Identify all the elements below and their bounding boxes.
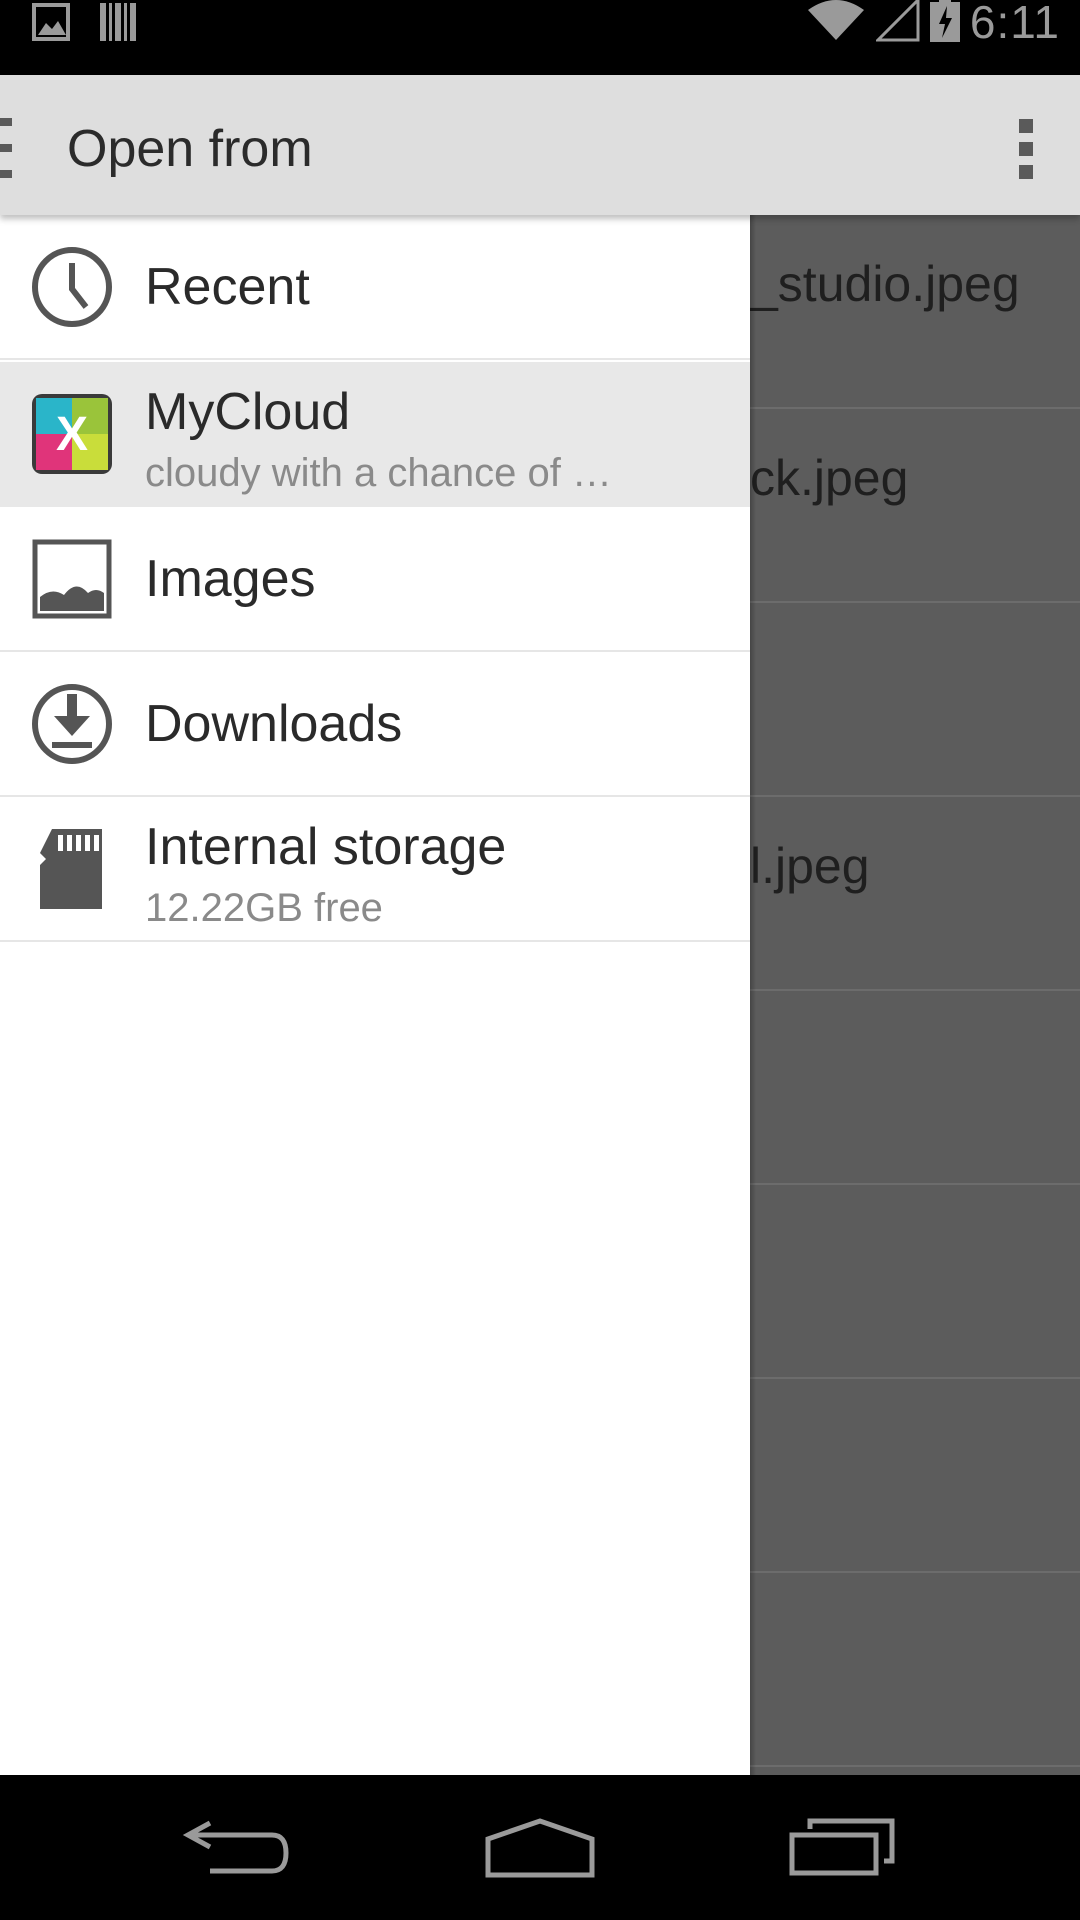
drawer-item-label: Downloads	[145, 695, 403, 753]
navigation-drawer: Recent X MyCloud cloudy with a chance of…	[0, 215, 750, 1775]
drawer-indicator-icon[interactable]	[0, 118, 14, 185]
drawer-item-label: Internal storage	[145, 818, 507, 876]
drawer-item-label: MyCloud	[145, 383, 351, 441]
image-icon	[30, 537, 114, 621]
more-vert-icon[interactable]	[1016, 119, 1036, 179]
signal-icon	[874, 0, 920, 47]
system-nav-bar	[0, 1775, 1080, 1920]
file-name: l.jpeg	[750, 838, 870, 894]
drawer-item-downloads[interactable]: Downloads	[0, 652, 750, 797]
drawer-item-label: Images	[145, 550, 316, 608]
drawer-item-images[interactable]: Images	[0, 507, 750, 652]
wifi-icon	[806, 0, 866, 47]
drawer-item-recent[interactable]: Recent	[0, 215, 750, 360]
back-icon[interactable]	[180, 1813, 300, 1883]
file-name: _studio.jpeg	[750, 256, 1020, 312]
recents-icon[interactable]	[780, 1813, 900, 1883]
page-title: Open from	[67, 120, 313, 178]
svg-text:X: X	[56, 408, 88, 461]
drawer-item-mycloud[interactable]: X MyCloud cloudy with a chance of …	[0, 362, 750, 507]
battery-charging-icon	[929, 0, 960, 47]
drawer-item-sublabel: cloudy with a chance of …	[145, 451, 612, 495]
drawer-item-sublabel: 12.22GB free	[145, 886, 383, 930]
clock-time: 6:11	[969, 0, 1060, 48]
drawer-shadow	[750, 215, 756, 1775]
download-icon	[30, 682, 114, 766]
home-icon[interactable]	[480, 1813, 600, 1883]
drawer-item-label: Recent	[145, 258, 310, 316]
drawer-item-internal-storage[interactable]: Internal storage 12.22GB free	[0, 797, 750, 942]
mycloud-app-icon: X	[30, 392, 114, 476]
image-notification-icon	[32, 2, 72, 46]
sd-card-icon	[30, 827, 114, 911]
barcode-notification-icon	[100, 2, 138, 46]
app-bar: Open from	[0, 75, 1080, 215]
status-bar: 6:11	[0, 0, 1080, 75]
file-name: ck.jpeg	[750, 450, 909, 506]
clock-icon	[30, 245, 114, 329]
